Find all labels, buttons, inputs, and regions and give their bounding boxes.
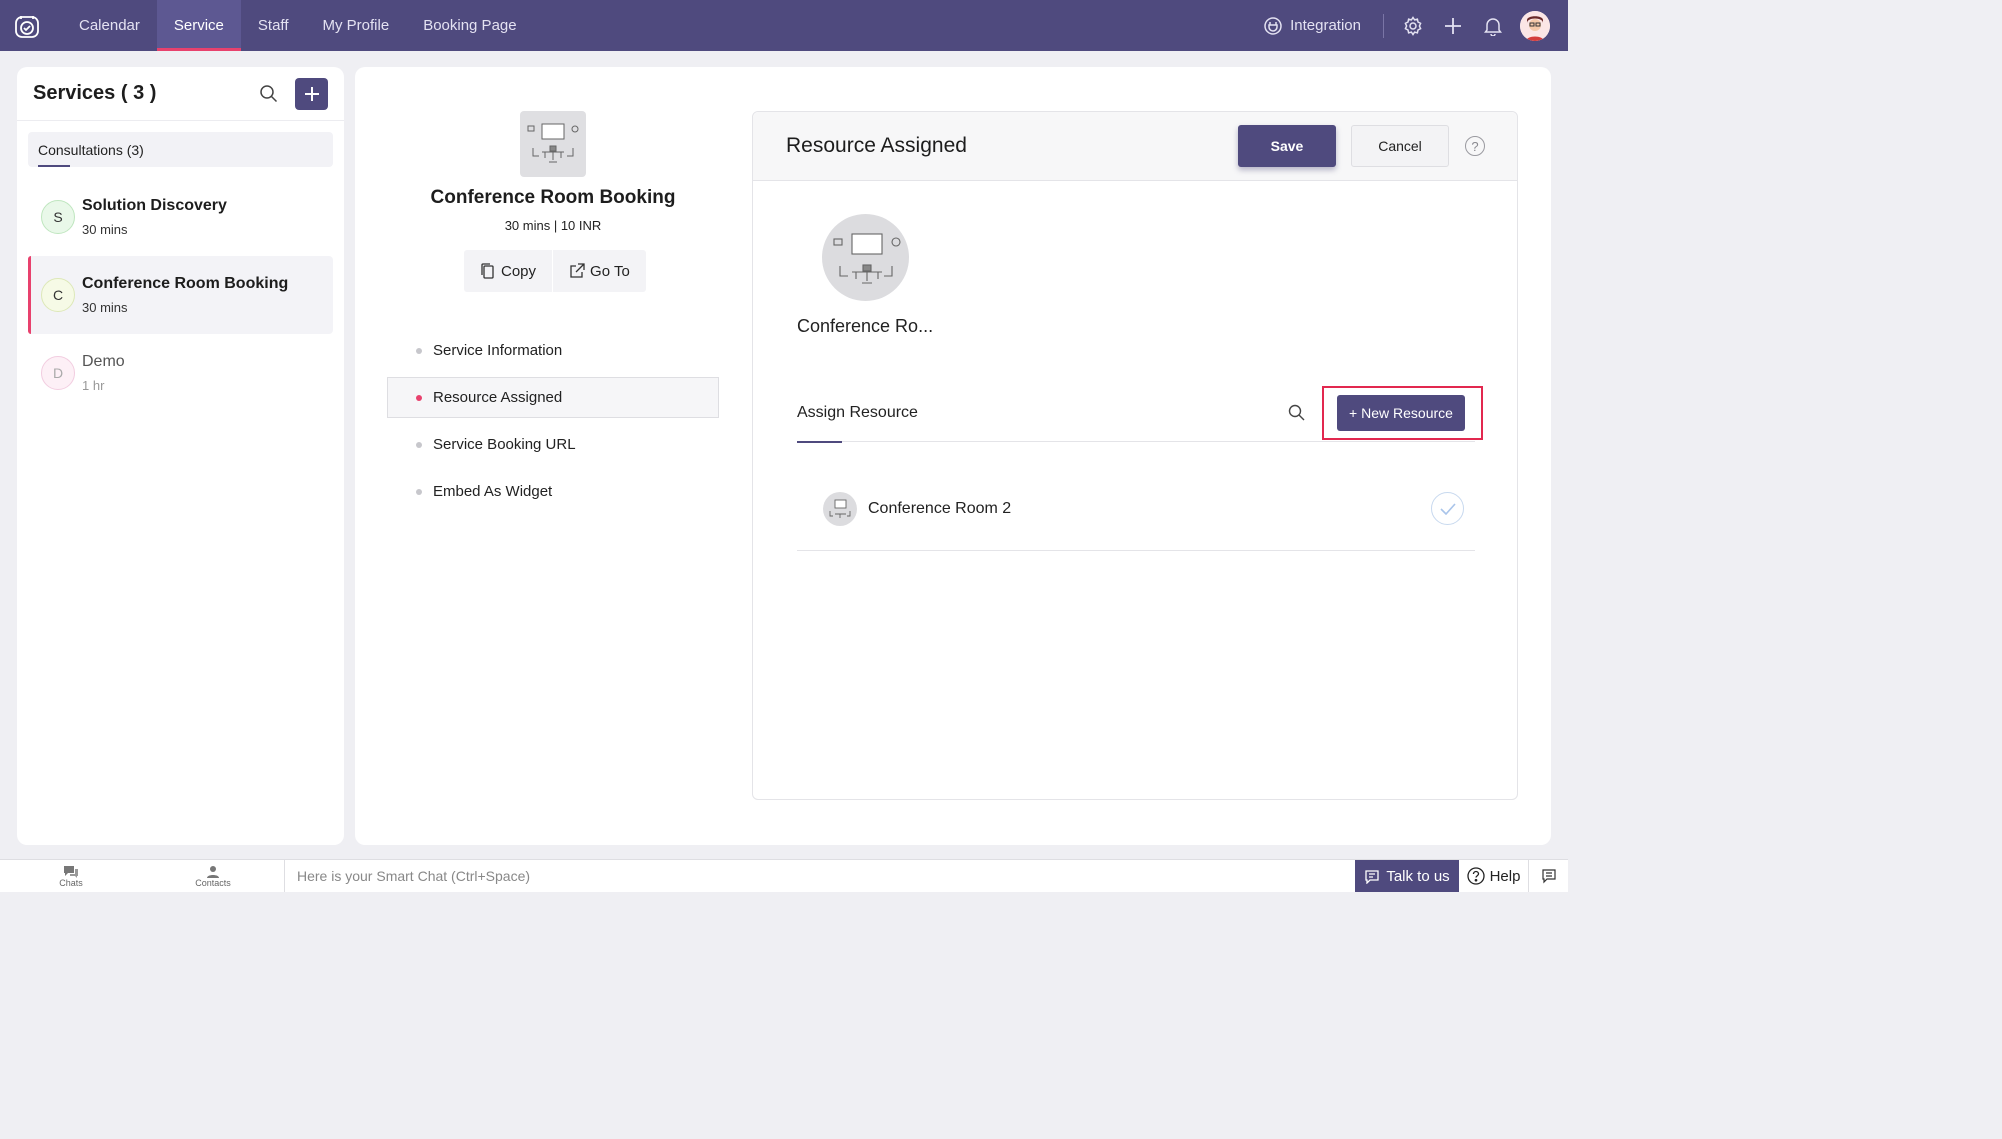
contacts-tab[interactable]: Contacts <box>142 860 284 892</box>
conference-room-thumbnail <box>520 111 586 177</box>
resource-row-name: Conference Room 2 <box>868 499 1012 517</box>
resource-avatar <box>822 214 909 301</box>
service-actions: Copy Go To <box>464 250 646 292</box>
bullet-dot <box>416 347 422 354</box>
service-name: Conference Room Booking <box>82 275 289 292</box>
chat-icon <box>64 865 78 878</box>
resource-row[interactable]: Conference Room 2 <box>797 467 1475 551</box>
service-duration: 30 mins <box>82 222 128 237</box>
service-settings-menu: Service Information Resource Assigned Se… <box>387 330 719 518</box>
external-link-icon <box>570 263 585 278</box>
bullet-dot <box>416 394 422 401</box>
chat-bubble-icon <box>1365 869 1379 884</box>
help-icon[interactable]: ? <box>1465 136 1485 156</box>
bullet-dot <box>416 488 422 495</box>
nav-booking-page[interactable]: Booking Page <box>406 0 533 51</box>
plus-icon[interactable] <box>1434 7 1472 45</box>
nav-staff[interactable]: Staff <box>241 0 306 51</box>
menu-service-booking-url[interactable]: Service Booking URL <box>387 424 719 465</box>
service-avatar: C <box>41 278 75 312</box>
resource-card-title: Resource Assigned <box>786 134 967 157</box>
go-to-label: Go To <box>590 262 630 280</box>
service-avatar: S <box>41 200 75 234</box>
top-right-controls: Integration <box>1263 0 1568 51</box>
main-nav: Calendar Service Staff My Profile Bookin… <box>62 0 534 51</box>
resource-assigned-card: Resource Assigned Save Cancel ? Conferen… <box>752 111 1518 800</box>
help-label: Help <box>1489 867 1521 885</box>
category-tab-consultations[interactable]: Consultations (3) <box>28 132 333 167</box>
top-navigation-bar: Calendar Service Staff My Profile Bookin… <box>0 0 1568 51</box>
check-icon[interactable] <box>1431 492 1464 525</box>
service-name: Solution Discovery <box>82 197 227 214</box>
plus-icon <box>304 86 319 101</box>
menu-embed-as-widget[interactable]: Embed As Widget <box>387 471 719 512</box>
settings-icon[interactable] <box>1394 7 1432 45</box>
cancel-button[interactable]: Cancel <box>1351 125 1449 167</box>
contacts-icon <box>207 865 219 878</box>
menu-label: Resource Assigned <box>433 389 563 406</box>
service-name: Demo <box>82 353 125 370</box>
services-header: Services ( 3 ) <box>17 67 344 121</box>
chats-label: Chats <box>59 877 83 888</box>
integration-button[interactable]: Integration <box>1263 13 1384 38</box>
go-to-button[interactable]: Go To <box>552 250 646 292</box>
menu-label: Service Booking URL <box>433 436 576 453</box>
contacts-label: Contacts <box>195 877 231 888</box>
copy-label: Copy <box>501 262 537 280</box>
assign-resource-tab[interactable]: Assign Resource <box>797 384 918 443</box>
user-avatar[interactable] <box>1520 10 1550 41</box>
menu-label: Embed As Widget <box>433 483 553 500</box>
search-icon[interactable] <box>255 81 281 107</box>
integration-icon <box>1264 16 1282 35</box>
bullet-dot <box>416 441 422 448</box>
resource-card-header: Resource Assigned Save Cancel ? <box>753 112 1517 181</box>
nav-calendar[interactable]: Calendar <box>62 0 157 51</box>
talk-to-us-label: Talk to us <box>1386 867 1450 885</box>
service-item-solution-discovery[interactable]: S Solution Discovery 30 mins <box>28 178 333 256</box>
menu-label: Service Information <box>433 342 563 359</box>
chats-tab[interactable]: Chats <box>0 860 142 892</box>
menu-service-information[interactable]: Service Information <box>387 330 719 371</box>
services-panel: Services ( 3 ) Consultations (3) S Solut… <box>17 67 344 845</box>
service-detail-panel: Conference Room Booking 30 mins | 10 INR… <box>355 67 1551 845</box>
copy-button[interactable]: Copy <box>464 250 552 292</box>
feedback-icon[interactable] <box>1528 860 1568 892</box>
service-meta: 30 mins | 10 INR <box>504 218 602 233</box>
talk-to-us-button[interactable]: Talk to us <box>1355 860 1459 892</box>
app-logo-icon[interactable] <box>0 0 54 51</box>
bell-icon[interactable] <box>1474 7 1512 45</box>
new-resource-highlight: + New Resource <box>1322 385 1483 440</box>
service-title: Conference Room Booking <box>430 187 676 208</box>
help-circle-icon <box>1466 867 1485 885</box>
new-resource-button[interactable]: + New Resource <box>1337 394 1465 431</box>
resource-name: Conference Ro... <box>797 316 934 336</box>
search-icon[interactable] <box>1284 401 1308 425</box>
nav-service[interactable]: Service <box>156 0 241 51</box>
resource-row-avatar <box>823 491 857 526</box>
smart-chat-input[interactable]: Here is your Smart Chat (Ctrl+Space) <box>284 860 1355 892</box>
service-item-demo[interactable]: D Demo 1 hr <box>28 334 333 412</box>
bottom-bar: Chats Contacts Here is your Smart Chat (… <box>0 859 1568 892</box>
help-button[interactable]: Help <box>1459 860 1528 892</box>
service-duration: 30 mins <box>82 300 128 315</box>
service-item-conference-room-booking[interactable]: C Conference Room Booking 30 mins <box>28 256 333 334</box>
nav-my-profile[interactable]: My Profile <box>306 0 407 51</box>
service-avatar: D <box>41 356 75 390</box>
add-service-button[interactable] <box>295 77 328 110</box>
menu-resource-assigned[interactable]: Resource Assigned <box>387 377 719 418</box>
integration-label: Integration <box>1290 17 1361 34</box>
services-title: Services ( 3 ) <box>33 82 157 104</box>
assign-resource-bar: Assign Resource + New Resource <box>797 384 1483 443</box>
save-button[interactable]: Save <box>1238 125 1336 167</box>
copy-icon <box>481 263 494 279</box>
service-duration: 1 hr <box>82 378 105 393</box>
